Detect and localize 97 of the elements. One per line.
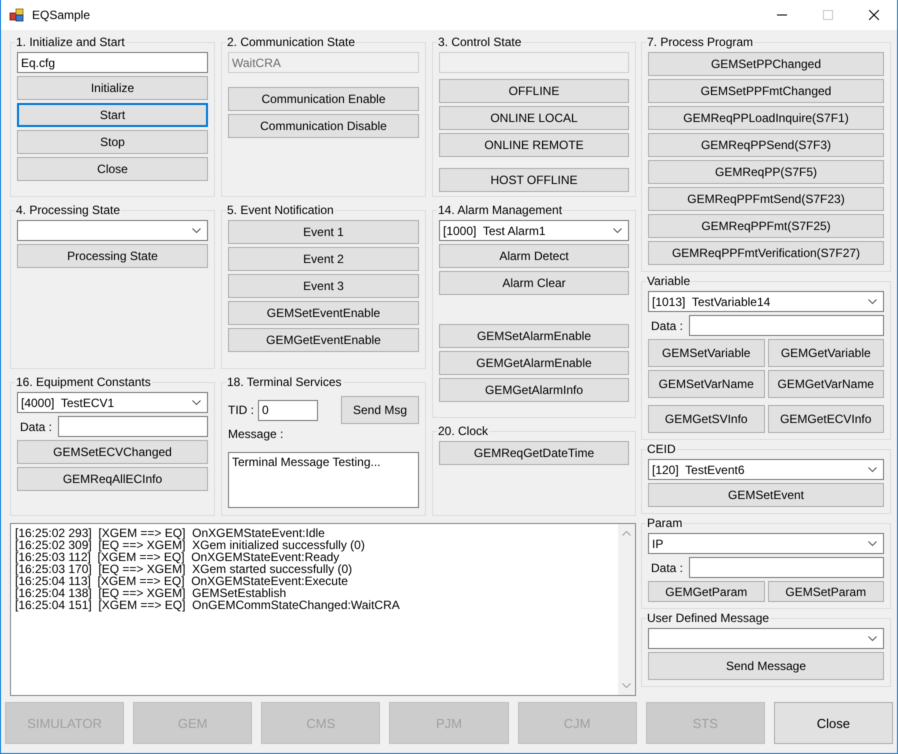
input-field[interactable]: 0 (258, 400, 318, 420)
log-line: [16:25:03 170] [EQ ==> XGEM] XGem started successfully (0) (15, 563, 354, 575)
action-button[interactable]: GEMGetVarName (768, 370, 884, 398)
log-line: [16:25:04 138] [EQ ==> XGEM] GEMSetEstablish (15, 587, 288, 599)
chevron-down-icon (613, 228, 622, 233)
action-button[interactable]: GEMSetECVChanged (17, 440, 208, 464)
action-button[interactable]: GEMGetECVInfo (768, 405, 884, 433)
app-icon (9, 7, 25, 23)
dropdown[interactable] (648, 628, 884, 649)
dropdown[interactable]: IP (648, 533, 884, 554)
log-line: [16:25:02 293] [XGEM ==> EQ] OnXGEMStateEvent:Idle (15, 527, 326, 539)
group-title: Param (646, 516, 684, 530)
chevron-down-icon (868, 467, 877, 472)
action-button[interactable]: GEMSetVariable (648, 339, 764, 367)
action-button[interactable]: ONLINE LOCAL (439, 106, 629, 130)
input-field[interactable] (689, 315, 884, 336)
dropdown[interactable] (17, 220, 208, 241)
action-button[interactable]: Processing State (17, 244, 208, 268)
field-label: TID : (228, 403, 254, 417)
action-button[interactable]: GEMReqPPSend(S7F3) (648, 133, 884, 157)
action-button[interactable]: GEMReqPPLoadInquire(S7F1) (648, 106, 884, 130)
module-button[interactable]: Close (774, 702, 893, 744)
group-title: 4. Processing State (15, 203, 122, 217)
group-title: 20. Clock (437, 424, 490, 438)
input-field[interactable] (689, 557, 884, 578)
field-label: Data : (650, 560, 684, 574)
action-button[interactable]: GEMSetEventEnable (228, 301, 419, 325)
maximize-icon (823, 10, 833, 20)
action-button[interactable]: GEMReqPPFmtVerification(S7F27) (648, 241, 884, 265)
action-button[interactable]: GEMReqPP(S7F5) (648, 160, 884, 184)
action-button[interactable]: Communication Enable (228, 87, 419, 111)
dropdown[interactable]: [120] TestEvent6 (648, 459, 884, 480)
action-button[interactable]: GEMSetPPFmtChanged (648, 79, 884, 103)
chevron-down-icon (868, 541, 877, 546)
action-button[interactable]: OFFLINE (439, 79, 629, 103)
action-button[interactable]: GEMGetAlarmEnable (439, 351, 629, 375)
action-button[interactable]: GEMReqPPFmt(S7F25) (648, 214, 884, 238)
send-button[interactable]: Send Msg (341, 396, 419, 424)
action-button[interactable]: GEMGetVariable (768, 339, 884, 367)
chevron-down-icon (868, 636, 877, 641)
scroll-up-icon[interactable] (622, 531, 631, 536)
dropdown[interactable]: [4000] TestECV1 (17, 392, 208, 413)
field-label: Data : (650, 318, 684, 332)
action-button[interactable]: Communication Disable (228, 114, 419, 138)
field-label: Message : (228, 427, 284, 441)
action-button[interactable]: Event 1 (228, 220, 419, 244)
input-field[interactable] (58, 416, 208, 437)
window-title: EQSample (32, 8, 90, 22)
group-title: 3. Control State (437, 35, 522, 49)
action-button[interactable]: Alarm Detect (439, 244, 629, 268)
action-button[interactable]: Event 3 (228, 274, 419, 298)
group-title: User Defined Message (646, 611, 770, 625)
action-button[interactable]: Alarm Clear (439, 271, 629, 295)
group-title: Variable (646, 274, 692, 288)
action-button[interactable]: Close (17, 157, 208, 181)
group-title: 18. Terminal Services (226, 375, 342, 389)
action-button[interactable]: GEMGetEventEnable (228, 328, 419, 352)
action-button[interactable]: GEMReqGetDateTime (439, 441, 629, 465)
message-textarea[interactable]: Terminal Message Testing... (228, 452, 419, 508)
field-label: Data : (19, 420, 52, 434)
action-button[interactable]: GEMReqPPFmtSend(S7F23) (648, 187, 884, 211)
action-button[interactable]: GEMGetParam (648, 581, 764, 602)
scroll-down-icon[interactable] (622, 683, 631, 688)
action-button[interactable]: GEMSetVarName (648, 370, 764, 398)
action-button[interactable]: Initialize (17, 76, 208, 100)
action-button[interactable]: Start (17, 103, 208, 127)
action-button[interactable]: Send Message (648, 652, 884, 680)
action-button[interactable]: GEMSetParam (768, 581, 884, 602)
text-field[interactable]: Eq.cfg (17, 52, 208, 73)
log-line: [16:25:04 151] [XGEM ==> EQ] OnGEMCommStateChanged:WaitCRA (15, 599, 401, 611)
action-button[interactable]: GEMGetSVInfo (648, 405, 764, 433)
chevron-down-icon (192, 228, 201, 233)
chevron-down-icon (868, 299, 877, 304)
action-button[interactable]: GEMSetPPChanged (648, 52, 884, 76)
chevron-down-icon (192, 400, 201, 405)
action-button[interactable]: GEMSetEvent (648, 483, 884, 507)
group-title: 7. Process Program (646, 35, 754, 49)
group-title: CEID (646, 442, 677, 456)
scrollbar[interactable] (618, 524, 635, 695)
group-title: 2. Communication State (226, 35, 356, 49)
action-button[interactable]: Stop (17, 130, 208, 154)
group-title: 5. Event Notification (226, 203, 335, 217)
group-title: 1. Initialize and Start (15, 35, 126, 49)
log-line: [16:25:02 309] [EQ ==> XGEM] XGem initialized successfully (0) (15, 539, 366, 551)
action-button[interactable]: GEMGetAlarmInfo (439, 378, 629, 402)
action-button[interactable]: ONLINE REMOTE (439, 133, 629, 157)
close-icon (869, 10, 879, 20)
action-button[interactable]: GEMReqAllECInfo (17, 467, 208, 491)
log-line: [16:25:03 112] [XGEM ==> EQ] OnXGEMStateEvent:Ready (15, 551, 340, 563)
action-button[interactable]: GEMSetAlarmEnable (439, 324, 629, 348)
dropdown[interactable]: [1000] Test Alarm1 (439, 220, 629, 241)
log-line: [16:25:04 113] [XGEM ==> EQ] OnXGEMStateEvent:Execute (15, 575, 348, 587)
dropdown[interactable]: [1013] TestVariable14 (648, 291, 884, 312)
group-title: 14. Alarm Management (437, 203, 564, 217)
action-button[interactable]: Event 2 (228, 247, 419, 271)
action-button[interactable]: HOST OFFLINE (439, 168, 629, 192)
group-title: 16. Equipment Constants (15, 375, 152, 389)
